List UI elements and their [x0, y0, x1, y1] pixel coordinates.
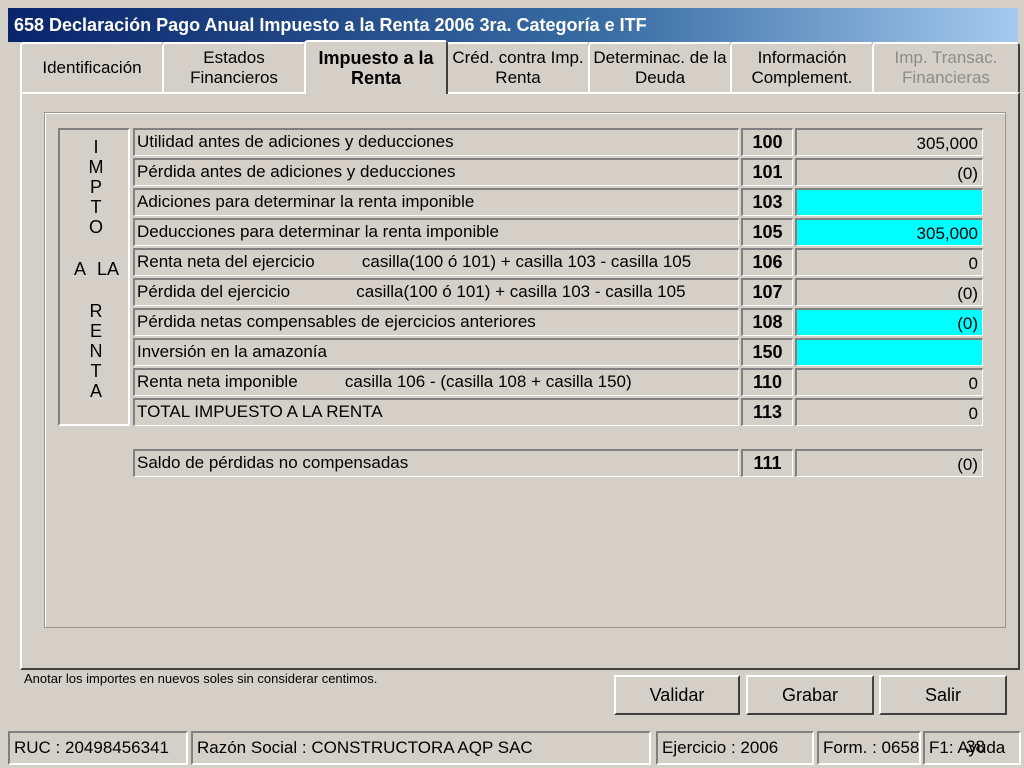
side-letter: O	[88, 217, 103, 237]
row-label-103: Adiciones para determinar la renta impon…	[133, 188, 739, 216]
side-letter: T	[90, 197, 102, 217]
tab-cred-contra-imp[interactable]: Créd. contra Imp. Renta	[446, 42, 590, 92]
row-label-100: Utilidad antes de adiciones y deduccione…	[133, 128, 739, 156]
status-form: Form. : 0658	[817, 731, 921, 765]
side-letter: P	[89, 177, 102, 197]
side-letter: T	[90, 361, 102, 381]
row-code-100: 100	[741, 128, 793, 156]
row-label-150: Inversión en la amazonía	[133, 338, 739, 366]
status-ejercicio: Ejercicio : 2006	[656, 731, 814, 765]
tab-informacion-complement[interactable]: Información Complement.	[730, 42, 874, 92]
grabar-button[interactable]: Grabar	[746, 675, 874, 715]
status-ruc: RUC : 20498456341	[8, 731, 188, 765]
side-letter: A	[89, 381, 102, 401]
grabar-label: Grabar	[781, 684, 839, 705]
input-field-150[interactable]	[795, 338, 983, 366]
row-code-103: 103	[741, 188, 793, 216]
tab-identificacion[interactable]: Identificación	[20, 42, 164, 92]
tab-label: Créd. contra Imp. Renta	[452, 48, 584, 87]
row-label-101: Pérdida antes de adiciones y deducciones	[133, 158, 739, 186]
row-label-111: Saldo de pérdidas no compensadas	[133, 449, 739, 477]
salir-label: Salir	[924, 684, 961, 705]
tab-label: Imp. Transac. Financieras	[894, 48, 998, 87]
row-label-106: Renta neta del ejercicio casilla(100 ó 1…	[133, 248, 739, 276]
tab-impuesto-renta[interactable]: Impuesto a la Renta	[304, 40, 448, 94]
validar-button[interactable]: Validar	[614, 675, 740, 715]
row-code-107: 107	[741, 278, 793, 306]
row-label-108: Pérdida netas compensables de ejercicios…	[133, 308, 739, 336]
side-letter: N	[89, 341, 103, 361]
value-field-113: 0	[795, 398, 983, 426]
side-letter: E	[89, 321, 102, 341]
side-label-box: I M P T O A LA R E N T A	[58, 128, 130, 426]
tab-label: Identificación	[42, 58, 142, 77]
value-field-107: (0)	[795, 278, 983, 306]
value-field-110: 0	[795, 368, 983, 396]
side-letter: R	[89, 301, 103, 321]
input-field-105[interactable]: 305,000	[795, 218, 983, 246]
input-field-108[interactable]: (0)	[795, 308, 983, 336]
side-letter: M	[88, 157, 104, 177]
row-code-105: 105	[741, 218, 793, 246]
row-code-108: 108	[741, 308, 793, 336]
row-code-111: 111	[741, 449, 793, 477]
tab-determinac-deuda[interactable]: Determinac. de la Deuda	[588, 42, 732, 92]
row-label-113: TOTAL IMPUESTO A LA RENTA	[133, 398, 739, 426]
tab-label: Estados Financieros	[190, 48, 278, 87]
input-field-103[interactable]	[795, 188, 983, 216]
tab-label: Información Complement.	[751, 48, 853, 87]
amount-note: Anotar los importes en nuevos soles sin …	[24, 671, 378, 686]
row-label-107: Pérdida del ejercicio casilla(100 ó 101)…	[133, 278, 739, 306]
validar-label: Validar	[649, 684, 705, 705]
value-field-100: 305,000	[795, 128, 983, 156]
row-code-113: 113	[741, 398, 793, 426]
salir-button[interactable]: Salir	[879, 675, 1007, 715]
row-label-105: Deducciones para determinar la renta imp…	[133, 218, 739, 246]
tab-estados-financieros[interactable]: Estados Financieros	[162, 42, 306, 92]
window-title: 658 Declaración Pago Anual Impuesto a la…	[8, 8, 1018, 42]
row-code-106: 106	[741, 248, 793, 276]
value-field-101: (0)	[795, 158, 983, 186]
page-number: 38	[966, 737, 985, 756]
row-code-150: 150	[741, 338, 793, 366]
row-label-110: Renta neta imponible casilla 106 - (casi…	[133, 368, 739, 396]
value-field-111: (0)	[795, 449, 983, 477]
row-code-110: 110	[741, 368, 793, 396]
tab-label: Impuesto a la Renta	[318, 48, 434, 88]
status-razon-social: Razón Social : CONSTRUCTORA AQP SAC	[191, 731, 651, 765]
side-letter: I	[93, 137, 99, 157]
row-code-101: 101	[741, 158, 793, 186]
tab-label: Determinac. de la Deuda	[593, 48, 727, 87]
tab-imp-transac-financieras: Imp. Transac. Financieras	[872, 42, 1020, 92]
value-field-106: 0	[795, 248, 983, 276]
